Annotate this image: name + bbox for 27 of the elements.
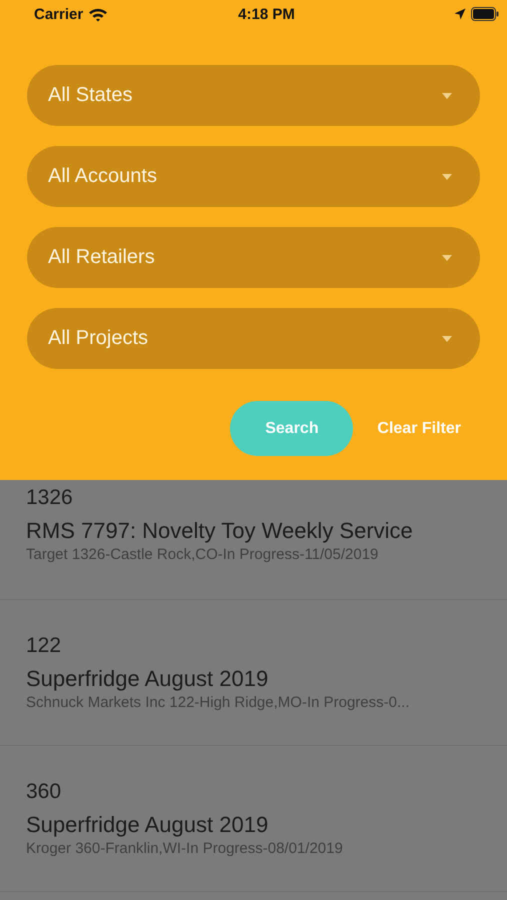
clear-filter-button[interactable]: Clear Filter: [377, 420, 461, 438]
caret-icon: [442, 336, 452, 342]
project-details: Target 1326-Castle Rock,CO-In Progress-11/05/2019: [26, 546, 380, 563]
project-title: Superfridge August 2019: [26, 666, 270, 692]
battery-icon: [470, 7, 499, 21]
project-details: Kroger 360-Franklin,WI-In Progress-08/01/2019: [26, 840, 344, 857]
carrier-label: Carrier: [34, 6, 84, 22]
caret-icon: [442, 254, 452, 260]
store-number: 122: [26, 634, 62, 658]
caret-icon: [442, 174, 452, 180]
store-number: 1326: [26, 486, 74, 510]
result-row[interactable]: 1326 RMS 7797: Novelty Toy Weekly Service Target 1326-Castle Rock,CO-In Progress-11/05/2019: [0, 480, 507, 600]
store-number: 360: [26, 780, 62, 804]
search-button[interactable]: Search: [230, 401, 354, 456]
project-details: Schnuck Markets Inc 122-High Ridge,MO-In Progress-0...: [26, 694, 410, 711]
filter-dropdown[interactable]: All Projects: [27, 308, 480, 369]
result-row[interactable]: 122 Superfridge August 2019 Schnuck Markets Inc 122-High Ridge,MO-In Progress-0...: [0, 600, 507, 746]
filter-dropdown[interactable]: All States: [27, 65, 480, 126]
clock-time: 4:18 PM: [238, 6, 295, 22]
filter-dropdown[interactable]: All Accounts: [27, 146, 480, 207]
caret-icon: [442, 92, 452, 98]
project-title: Superfridge August 2019: [26, 812, 270, 838]
project-title: RMS 7797: Novelty Toy Weekly Service: [26, 518, 414, 544]
filter-dropdown[interactable]: All Retailers: [27, 227, 480, 288]
result-row[interactable]: 360 Superfridge August 2019 Kroger 360-Franklin,WI-In Progress-08/01/2019: [0, 746, 507, 892]
wifi-icon: [88, 6, 108, 22]
location-arrow-icon: [454, 8, 466, 20]
